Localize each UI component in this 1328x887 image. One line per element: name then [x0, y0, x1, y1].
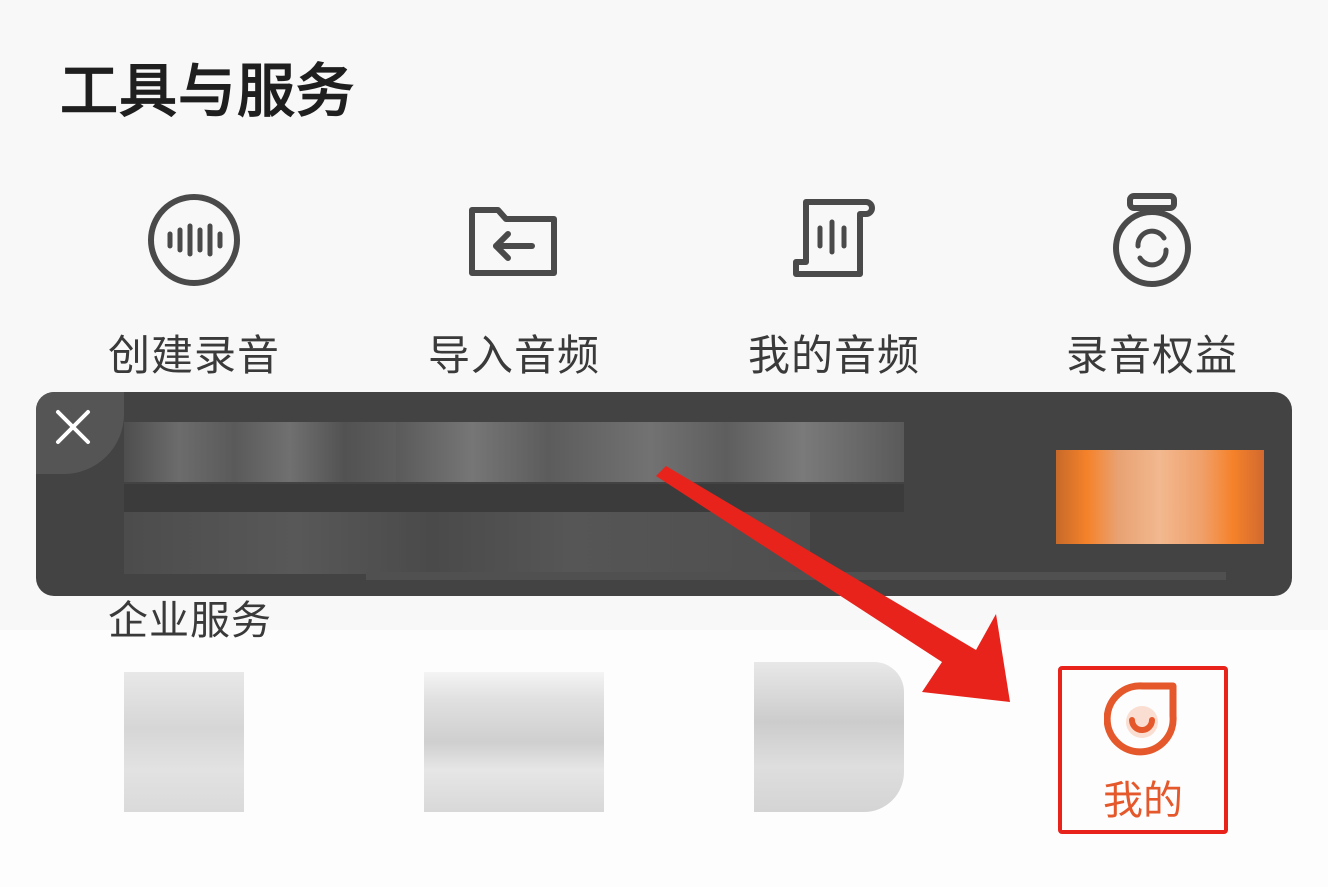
blurred-service-item[interactable]: [124, 672, 244, 812]
blurred-text: [124, 484, 904, 512]
audio-scroll-icon: [793, 199, 875, 277]
refresh-badge-icon: [1113, 193, 1191, 287]
tool-label-recording-benefits: 录音权益: [1065, 331, 1238, 380]
import-audio-button[interactable]: 导入音频: [364, 190, 664, 383]
toast-cta-button[interactable]: [1056, 450, 1264, 544]
my-audio-button[interactable]: 我的音频: [684, 190, 984, 383]
folder-import-icon: [469, 207, 557, 276]
blurred-service-item[interactable]: [754, 662, 904, 812]
blurred-text: [124, 422, 400, 482]
waveform-circle-icon: [148, 194, 240, 286]
mine-label: 我的: [1103, 778, 1183, 824]
blurred-text: [396, 422, 904, 482]
enterprise-section-title: 企业服务: [108, 598, 272, 644]
close-icon: [56, 410, 90, 444]
tool-label-import-audio: 导入音频: [427, 331, 600, 380]
recording-benefits-button[interactable]: 录音权益: [1002, 190, 1302, 383]
blurred-text: [124, 512, 810, 574]
mine-button[interactable]: 我的: [1058, 666, 1228, 834]
orange-mascot-icon: [1104, 682, 1177, 756]
blurred-service-item[interactable]: [424, 672, 604, 812]
blurred-text: [366, 572, 1226, 580]
tool-label-create-recording: 创建录音: [107, 331, 280, 380]
create-recording-button[interactable]: 创建录音: [44, 190, 344, 383]
toast-close-button[interactable]: [36, 392, 124, 474]
tools-section-title: 工具与服务: [60, 57, 356, 125]
tool-label-my-audio: 我的音频: [747, 331, 920, 380]
